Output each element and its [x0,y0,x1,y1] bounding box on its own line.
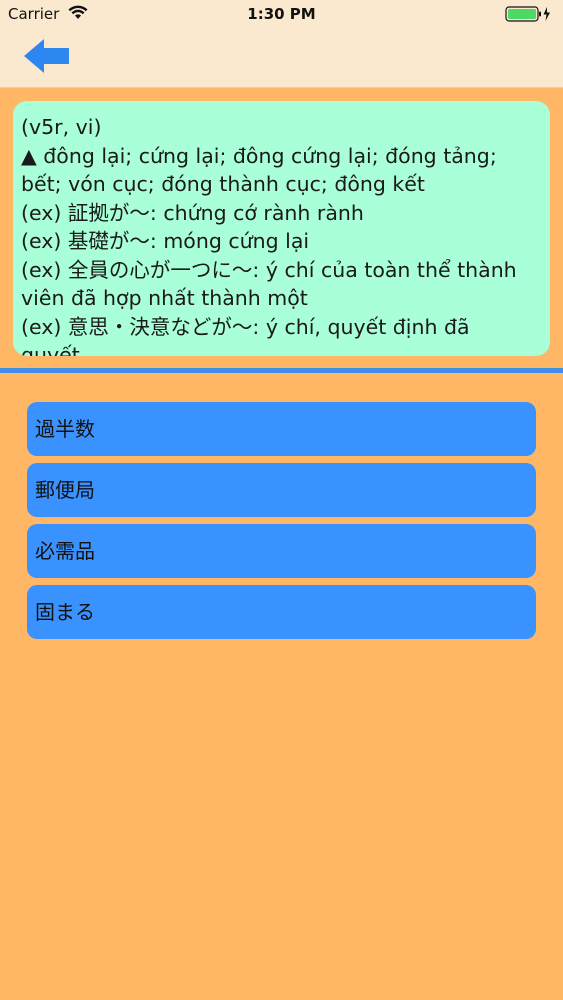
choice-button-3[interactable]: 必需品 [27,524,536,578]
answer-choices: 過半数 郵便局 必需品 固まる [27,402,536,646]
definition-line: viên đã hợp nhất thành một [21,286,308,310]
divider [0,368,563,373]
top-bar: Carrier 1:30 PM [0,0,563,88]
definition-line: (v5r, vi) [21,115,102,139]
battery-icon [505,6,553,26]
arrow-left-icon [24,39,69,73]
definition-line: (ex) 基礎が～: móng cứng lại [21,229,310,253]
status-bar: Carrier 1:30 PM [0,0,563,28]
definition-panel: (v5r, vi) ▲ đông lại; cứng lại; đông cứn… [13,101,550,356]
back-button[interactable] [22,36,76,78]
clock: 1:30 PM [247,5,316,23]
definition-line: bết; vón cục; đóng thành cục; đông kết [21,172,425,196]
definition-line: quyết [21,343,80,356]
definition-line: (ex) 意思・決意などが～: ý chí, quyết định đã [21,314,470,339]
choice-button-1[interactable]: 過半数 [27,402,536,456]
definition-line: ▲ đông lại; cứng lại; đông cứng lại; đón… [21,143,497,168]
definition-line: (ex) 証拠が～: chứng cớ rành rành [21,200,364,225]
choice-button-2[interactable]: 郵便局 [27,463,536,517]
choice-button-4[interactable]: 固まる [27,585,536,639]
definition-line: (ex) 全員の心が一つに～: ý chí của toàn thể thành [21,257,517,282]
